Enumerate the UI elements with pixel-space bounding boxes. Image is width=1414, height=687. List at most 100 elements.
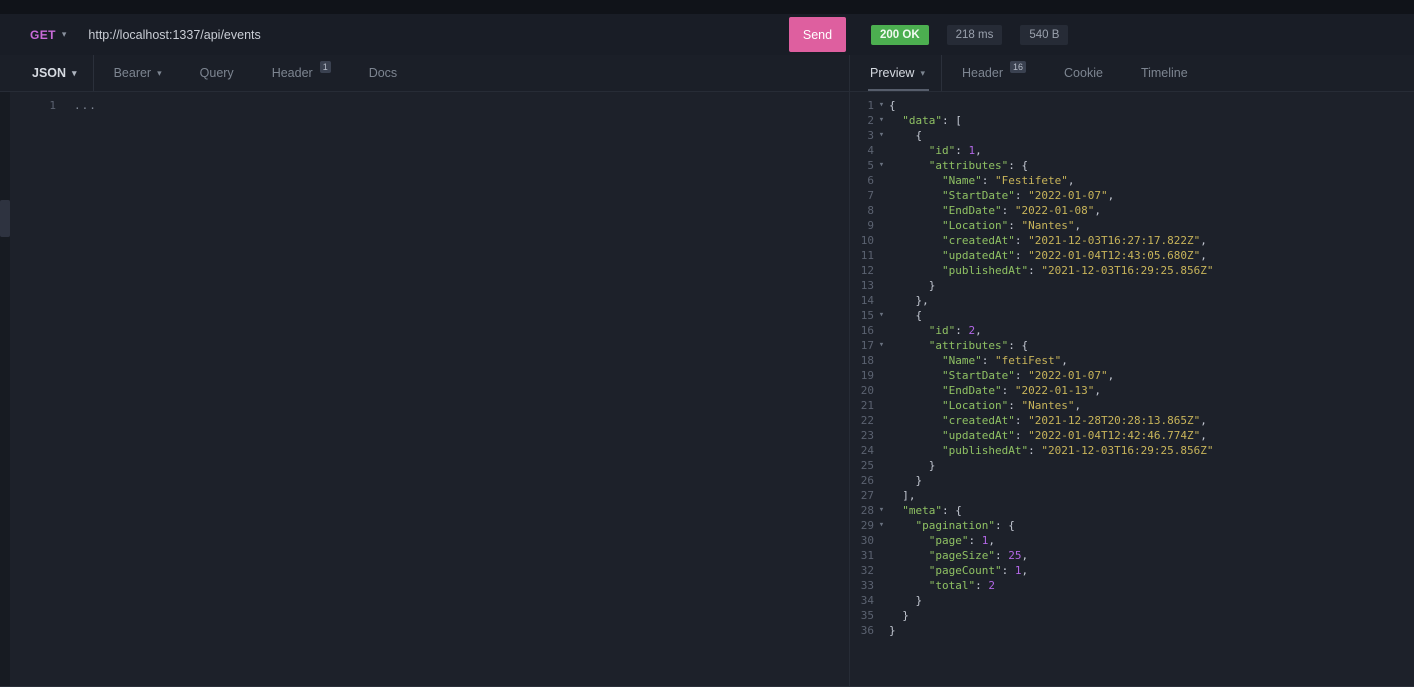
code-text: "updatedAt": "2022-01-04T12:43:05.680Z",	[941, 249, 1207, 262]
code-text: "Name": "fetiFest",	[941, 354, 1068, 367]
code-line: 5 ▾ "attributes": {	[850, 158, 1414, 173]
code-line: 1 ▾{	[850, 98, 1414, 113]
chevron-down-icon: ▾	[920, 67, 925, 78]
code-text: }	[928, 279, 936, 292]
url-input[interactable]	[86, 26, 789, 43]
line-number: 21	[860, 399, 874, 412]
tab-query[interactable]: Query	[198, 55, 236, 91]
line-number: 14	[860, 294, 874, 307]
code-text: "attributes": {	[928, 159, 1029, 172]
code-text: "pageSize": 25,	[928, 549, 1029, 562]
header-count-badge: 1	[319, 60, 331, 74]
fold-toggle-icon[interactable]: ▾	[874, 338, 889, 353]
code-line: 27 ],	[850, 488, 1414, 503]
fold-toggle-icon[interactable]: ▾	[874, 308, 889, 323]
code-text: {	[889, 99, 896, 112]
tab-json-body[interactable]: JSON ▾	[30, 55, 94, 91]
code-line: 30 "page": 1,	[850, 533, 1414, 548]
line-number: 25	[860, 459, 874, 472]
header-count-badge: 16	[1010, 60, 1027, 74]
fold-toggle-icon[interactable]: ▾	[874, 98, 889, 113]
code-line: 3 ▾ {	[850, 128, 1414, 143]
line-number: 17	[860, 339, 874, 352]
line-number: 1	[867, 99, 874, 112]
code-text: "createdAt": "2021-12-03T16:27:17.822Z",	[941, 234, 1207, 247]
line-number: 27	[860, 489, 874, 502]
code-line: 14 },	[850, 293, 1414, 308]
line-number: 11	[860, 249, 874, 262]
line-number: 28	[860, 504, 874, 517]
code-line: 13 }	[850, 278, 1414, 293]
method-select[interactable]: GET ▾	[30, 28, 66, 42]
tab-bearer-auth[interactable]: Bearer ▾	[112, 55, 164, 91]
tab-request-header[interactable]: Header 1	[270, 55, 333, 91]
tab-preview[interactable]: Preview ▾	[868, 55, 942, 91]
request-body-editor[interactable]: 1 ...	[0, 92, 849, 686]
code-line: 9 "Location": "Nantes",	[850, 218, 1414, 233]
code-line: 36}	[850, 623, 1414, 638]
code-text: }	[915, 594, 923, 607]
request-bar-left: GET ▾ Send	[0, 14, 850, 55]
code-line: 8 "EndDate": "2022-01-08",	[850, 203, 1414, 218]
request-bar: GET ▾ Send 200 OK 218 ms 540 B	[0, 14, 1414, 55]
response-panel: Preview ▾ Header 16 Cookie Timeline 1 ▾{2…	[850, 55, 1414, 686]
code-line: 31 "pageSize": 25,	[850, 548, 1414, 563]
code-line: 12 "publishedAt": "2021-12-03T16:29:25.8…	[850, 263, 1414, 278]
code-text: "EndDate": "2022-01-13",	[941, 384, 1101, 397]
scrollbar-thumb[interactable]	[0, 200, 10, 237]
code-text: "id": 1,	[928, 144, 982, 157]
line-number: 31	[860, 549, 874, 562]
code-text: "page": 1,	[928, 534, 995, 547]
line-number: 4	[867, 144, 874, 157]
code-line: 4 "id": 1,	[850, 143, 1414, 158]
tab-cookie[interactable]: Cookie	[1062, 55, 1105, 91]
size-badge: 540 B	[1020, 24, 1069, 45]
code-line: 6 "Name": "Festifete",	[850, 173, 1414, 188]
main-split: JSON ▾ Bearer ▾ Query Header 1 Docs 1 ..…	[0, 55, 1414, 686]
code-line: 17 ▾ "attributes": {	[850, 338, 1414, 353]
code-text: {	[915, 309, 923, 322]
tab-label: Timeline	[1140, 66, 1188, 80]
send-button[interactable]: Send	[789, 17, 846, 52]
code-text: "pageCount": 1,	[928, 564, 1029, 577]
code-line: 35 }	[850, 608, 1414, 623]
tab-docs[interactable]: Docs	[367, 55, 399, 91]
response-viewer[interactable]: 1 ▾{2 ▾ "data": [3 ▾ {4 "id": 1, 5 ▾ "attribu…	[850, 92, 1414, 686]
code-text: "total": 2	[928, 579, 995, 592]
line-number: 36	[860, 624, 874, 637]
code-text: "publishedAt": "2021-12-03T16:29:25.856Z…	[941, 264, 1214, 277]
code-line: 32 "pageCount": 1,	[850, 563, 1414, 578]
code-line: 21 "Location": "Nantes",	[850, 398, 1414, 413]
code-text: "StartDate": "2022-01-07",	[941, 189, 1115, 202]
code-line: 16 "id": 2,	[850, 323, 1414, 338]
tab-label: Bearer	[113, 66, 152, 80]
line-number: 30	[860, 534, 874, 547]
line-number: 12	[860, 264, 874, 277]
chevron-down-icon: ▾	[157, 67, 162, 78]
collapsed-body-placeholder: ...	[74, 99, 97, 112]
fold-toggle-icon[interactable]: ▾	[874, 113, 889, 128]
line-number: 29	[860, 519, 874, 532]
line-number: 20	[860, 384, 874, 397]
fold-toggle-icon[interactable]: ▾	[874, 158, 889, 173]
fold-toggle-icon[interactable]: ▾	[874, 518, 889, 533]
tab-timeline[interactable]: Timeline	[1139, 55, 1190, 91]
tab-response-header[interactable]: Header 16	[960, 55, 1028, 91]
code-line: 34 }	[850, 593, 1414, 608]
fold-toggle-icon[interactable]: ▾	[874, 503, 889, 518]
fold-toggle-icon[interactable]: ▾	[874, 128, 889, 143]
